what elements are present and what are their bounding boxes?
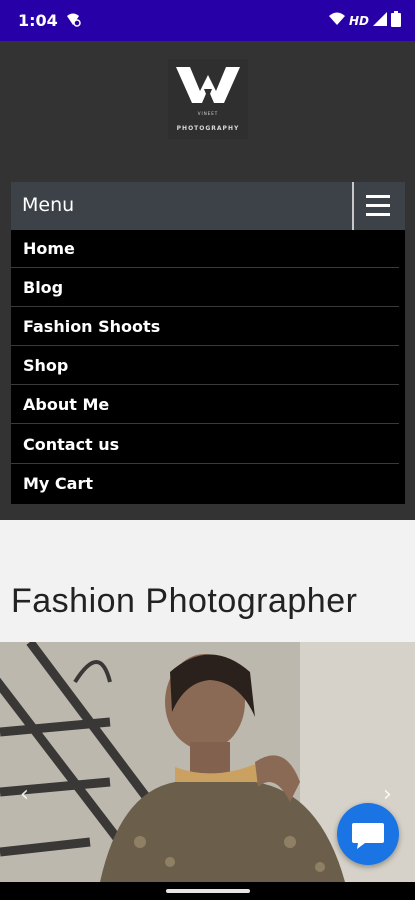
nav-item-fashion-shoots[interactable]: Fashion Shoots bbox=[11, 308, 399, 346]
status-time: 1:04 bbox=[18, 11, 58, 30]
chat-button[interactable] bbox=[337, 803, 399, 865]
site-logo[interactable]: VINEET PHOTOGRAPHY bbox=[168, 59, 248, 139]
logo-text: PHOTOGRAPHY bbox=[176, 125, 240, 132]
site-header: VINEET PHOTOGRAPHY Menu Home Blog Fashio… bbox=[0, 41, 415, 520]
page-heading: Fashion Photographer bbox=[11, 582, 358, 620]
menu-label: Menu bbox=[22, 194, 75, 216]
nav-item-about-me[interactable]: About Me bbox=[11, 386, 399, 424]
nav-item-contact-us[interactable]: Contact us bbox=[11, 426, 399, 464]
wifi-icon bbox=[328, 12, 345, 29]
hamburger-icon[interactable] bbox=[366, 195, 390, 217]
logo-text-small: VINEET bbox=[197, 111, 219, 116]
chat-bubble-icon bbox=[352, 823, 384, 849]
signal-icon bbox=[373, 12, 387, 29]
system-nav-bar bbox=[0, 882, 415, 900]
home-handle[interactable] bbox=[166, 889, 250, 893]
chevron-left-icon[interactable]: ‹ bbox=[20, 782, 29, 807]
nav-item-my-cart[interactable]: My Cart bbox=[11, 465, 399, 503]
menu-bar[interactable]: Menu bbox=[11, 182, 405, 230]
nav-item-home[interactable]: Home bbox=[11, 230, 399, 268]
notification-icon bbox=[64, 11, 82, 33]
battery-icon bbox=[391, 11, 401, 30]
nav-item-blog[interactable]: Blog bbox=[11, 269, 399, 307]
menu-divider bbox=[352, 182, 354, 230]
status-bar: 1:04 HD bbox=[0, 0, 415, 41]
network-type: HD bbox=[348, 13, 369, 28]
nav-menu: Home Blog Fashion Shoots Shop About Me C… bbox=[11, 230, 405, 504]
nav-item-shop[interactable]: Shop bbox=[11, 347, 399, 385]
